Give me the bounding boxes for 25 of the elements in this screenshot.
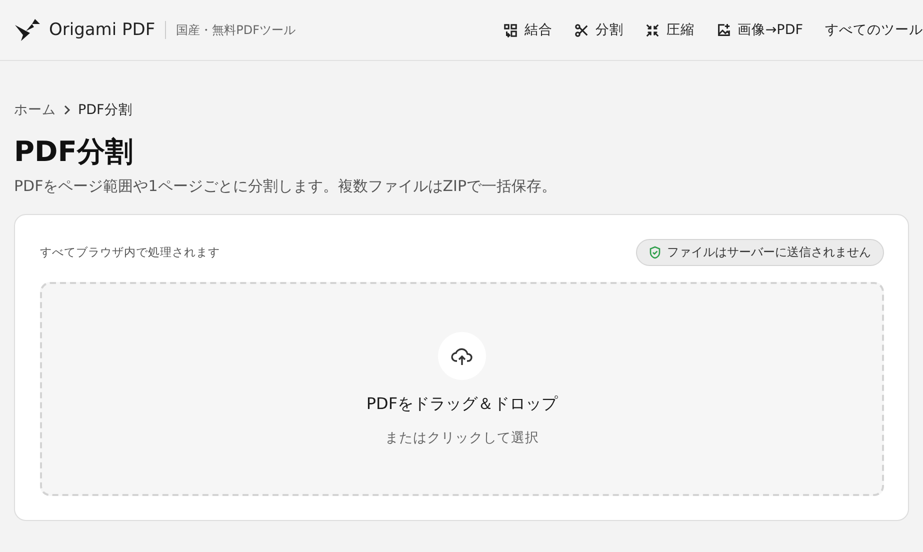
- nav-link[interactable]: 結合: [503, 21, 552, 39]
- page-title: PDF分割: [14, 134, 134, 170]
- breadcrumb-link[interactable]: ホーム: [14, 101, 56, 119]
- image-add-icon: [716, 22, 732, 38]
- logo-icon: [14, 18, 40, 42]
- privacy-note: すべてブラウザ内で処理されます: [40, 245, 220, 260]
- drop-subtitle: またはクリックして選択: [385, 428, 539, 446]
- cloud-upload-icon: [451, 346, 473, 366]
- page-description: PDFをページ範囲や1ページごとに分割します。複数ファイルはZIPで一括保存。: [14, 177, 558, 196]
- merge-icon: [503, 22, 518, 38]
- nav-link[interactable]: 分割: [574, 21, 624, 39]
- chevron-right-icon: [62, 105, 72, 115]
- drop-title: PDFをドラッグ＆ドロップ: [366, 394, 558, 414]
- upload-button[interactable]: [438, 332, 486, 380]
- breadcrumb-link[interactable]: PDF分割: [78, 101, 132, 119]
- drop-zone[interactable]: PDFをドラッグ＆ドロップ またはクリックして選択: [40, 282, 884, 496]
- shield-check-icon: [649, 246, 661, 259]
- compress-icon: [645, 22, 660, 38]
- nav-link[interactable]: すべてのツール: [825, 21, 923, 39]
- privacy-badge: ファイルはサーバーに送信されません: [636, 239, 884, 266]
- nav-link[interactable]: 画像→PDF: [716, 21, 803, 39]
- nav-link[interactable]: 圧縮: [645, 21, 694, 39]
- tagline: 国産・無料PDFツール: [176, 22, 296, 38]
- brand-name: Origami PDF: [49, 20, 156, 40]
- scissors-icon: [574, 22, 590, 38]
